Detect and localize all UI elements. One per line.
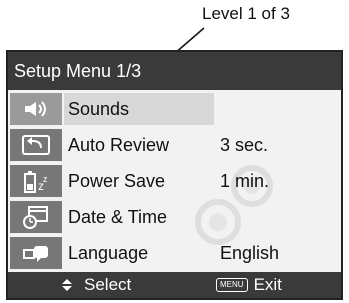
review-arrow-icon (10, 129, 62, 161)
menu-item-label: Auto Review (68, 134, 170, 155)
exit-hint[interactable]: MENU Exit (216, 275, 282, 295)
menu-item-power-save[interactable]: z z Power Save 1 min. (8, 164, 341, 198)
menu-item-value: 3 sec. (220, 134, 269, 155)
select-label: Select (84, 275, 132, 294)
menu-item-label: Sounds (68, 98, 130, 119)
bottom-bar: Select MENU Exit (8, 272, 341, 298)
level-callout: Level 1 of 3 (202, 4, 290, 23)
speaker-icon (10, 93, 62, 125)
menu-title: Setup Menu 1/3 (8, 52, 341, 90)
menu-item-date-time[interactable]: Date & Time (8, 200, 341, 234)
menu-item-value: 1 min. (220, 170, 270, 191)
up-down-arrows-icon (62, 279, 72, 291)
exit-label: Exit (253, 275, 282, 294)
svg-text:z: z (43, 174, 48, 184)
menu-item-value: English (220, 242, 280, 263)
menu-item-language[interactable]: Language English (8, 236, 341, 270)
calendar-clock-icon (10, 201, 62, 233)
select-hint: Select (58, 275, 131, 295)
menu-key-icon: MENU (216, 278, 248, 292)
camera-setup-screen: Setup Menu 1/3 Sounds Auto Review 3 sec.… (6, 50, 343, 300)
language-speech-icon (10, 237, 62, 269)
menu-item-label: Power Save (68, 170, 166, 191)
menu-item-label: Language (68, 242, 149, 263)
menu-item-label: Date & Time (68, 206, 168, 227)
menu-item-auto-review[interactable]: Auto Review 3 sec. (8, 128, 341, 162)
menu-item-sounds[interactable]: Sounds (8, 92, 341, 126)
battery-sleep-icon: z z (10, 165, 62, 197)
